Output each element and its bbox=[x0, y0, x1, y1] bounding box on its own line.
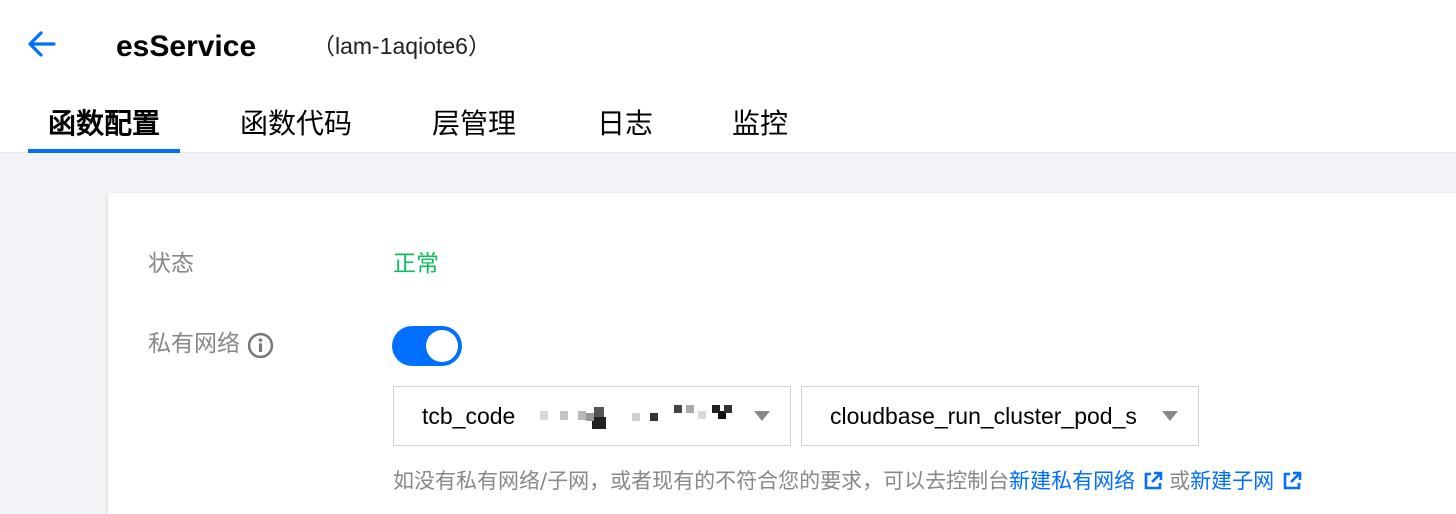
toggle-knob bbox=[426, 330, 458, 362]
help-text-body: 如没有私有网络/子网，或者现有的不符合您的要求，可以去控制台 bbox=[393, 469, 1010, 493]
subnet-select-value: cloudbase_run_cluster_pod_s bbox=[830, 403, 1137, 429]
vpc-select-value: tcb_code bbox=[422, 403, 516, 429]
tab-monitoring[interactable]: 监控 bbox=[732, 104, 788, 153]
create-subnet-link[interactable]: 新建子网 bbox=[1190, 469, 1274, 493]
vpc-help-text: 如没有私有网络/子网，或者现有的不符合您的要求，可以去控制台新建私有网络 或新建… bbox=[393, 465, 1308, 497]
page-title: esService bbox=[116, 30, 257, 63]
vpc-select[interactable]: tcb_code bbox=[393, 386, 791, 446]
tab-layer-management[interactable]: 层管理 bbox=[432, 104, 516, 153]
tab-function-code[interactable]: 函数代码 bbox=[240, 104, 352, 153]
page-header: esService （lam-1aqiote6） 函数配置 函数代码 层管理 日… bbox=[0, 0, 1456, 153]
function-config-card: 状态 正常 私有网络 tcb_code cloudbase_run_cluste… bbox=[108, 193, 1456, 514]
status-label: 状态 bbox=[148, 251, 194, 277]
caret-down-icon bbox=[754, 411, 770, 421]
back-button[interactable] bbox=[22, 24, 62, 64]
caret-down-icon bbox=[1162, 411, 1178, 421]
arrow-left-icon bbox=[28, 31, 56, 57]
redaction-mask bbox=[522, 403, 742, 433]
external-link-icon[interactable] bbox=[1143, 471, 1163, 491]
info-circle-icon[interactable] bbox=[247, 332, 274, 359]
active-tab-indicator bbox=[28, 149, 180, 153]
or-text: 或 bbox=[1169, 469, 1191, 493]
vpc-label: 私有网络 bbox=[148, 331, 240, 357]
vpc-toggle[interactable] bbox=[392, 326, 462, 366]
tab-function-config[interactable]: 函数配置 bbox=[48, 104, 160, 153]
create-vpc-link[interactable]: 新建私有网络 bbox=[1009, 469, 1135, 493]
external-link-icon[interactable] bbox=[1282, 471, 1302, 491]
subnet-select[interactable]: cloudbase_run_cluster_pod_s bbox=[801, 386, 1199, 446]
function-id: （lam-1aqiote6） bbox=[312, 33, 491, 59]
tab-logs[interactable]: 日志 bbox=[597, 104, 653, 153]
status-value: 正常 bbox=[393, 251, 439, 277]
